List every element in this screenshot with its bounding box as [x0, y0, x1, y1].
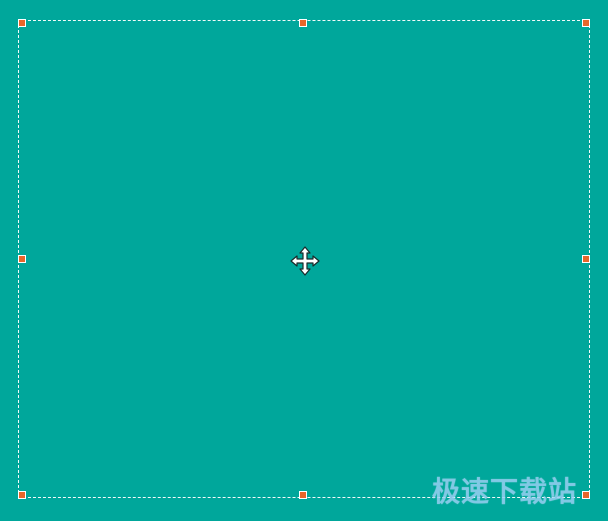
- move-cursor-icon[interactable]: [289, 245, 321, 277]
- resize-handle-middle-left[interactable]: [18, 255, 26, 263]
- resize-handle-bottom-center[interactable]: [299, 491, 307, 499]
- resize-handle-middle-right[interactable]: [582, 255, 590, 263]
- move-arrows-icon: [290, 246, 320, 276]
- watermark-text: 极速下载站: [432, 475, 578, 508]
- resize-handle-top-right[interactable]: [582, 19, 590, 27]
- resize-handle-top-left[interactable]: [18, 19, 26, 27]
- resize-handle-bottom-left[interactable]: [18, 491, 26, 499]
- resize-handle-top-center[interactable]: [299, 19, 307, 27]
